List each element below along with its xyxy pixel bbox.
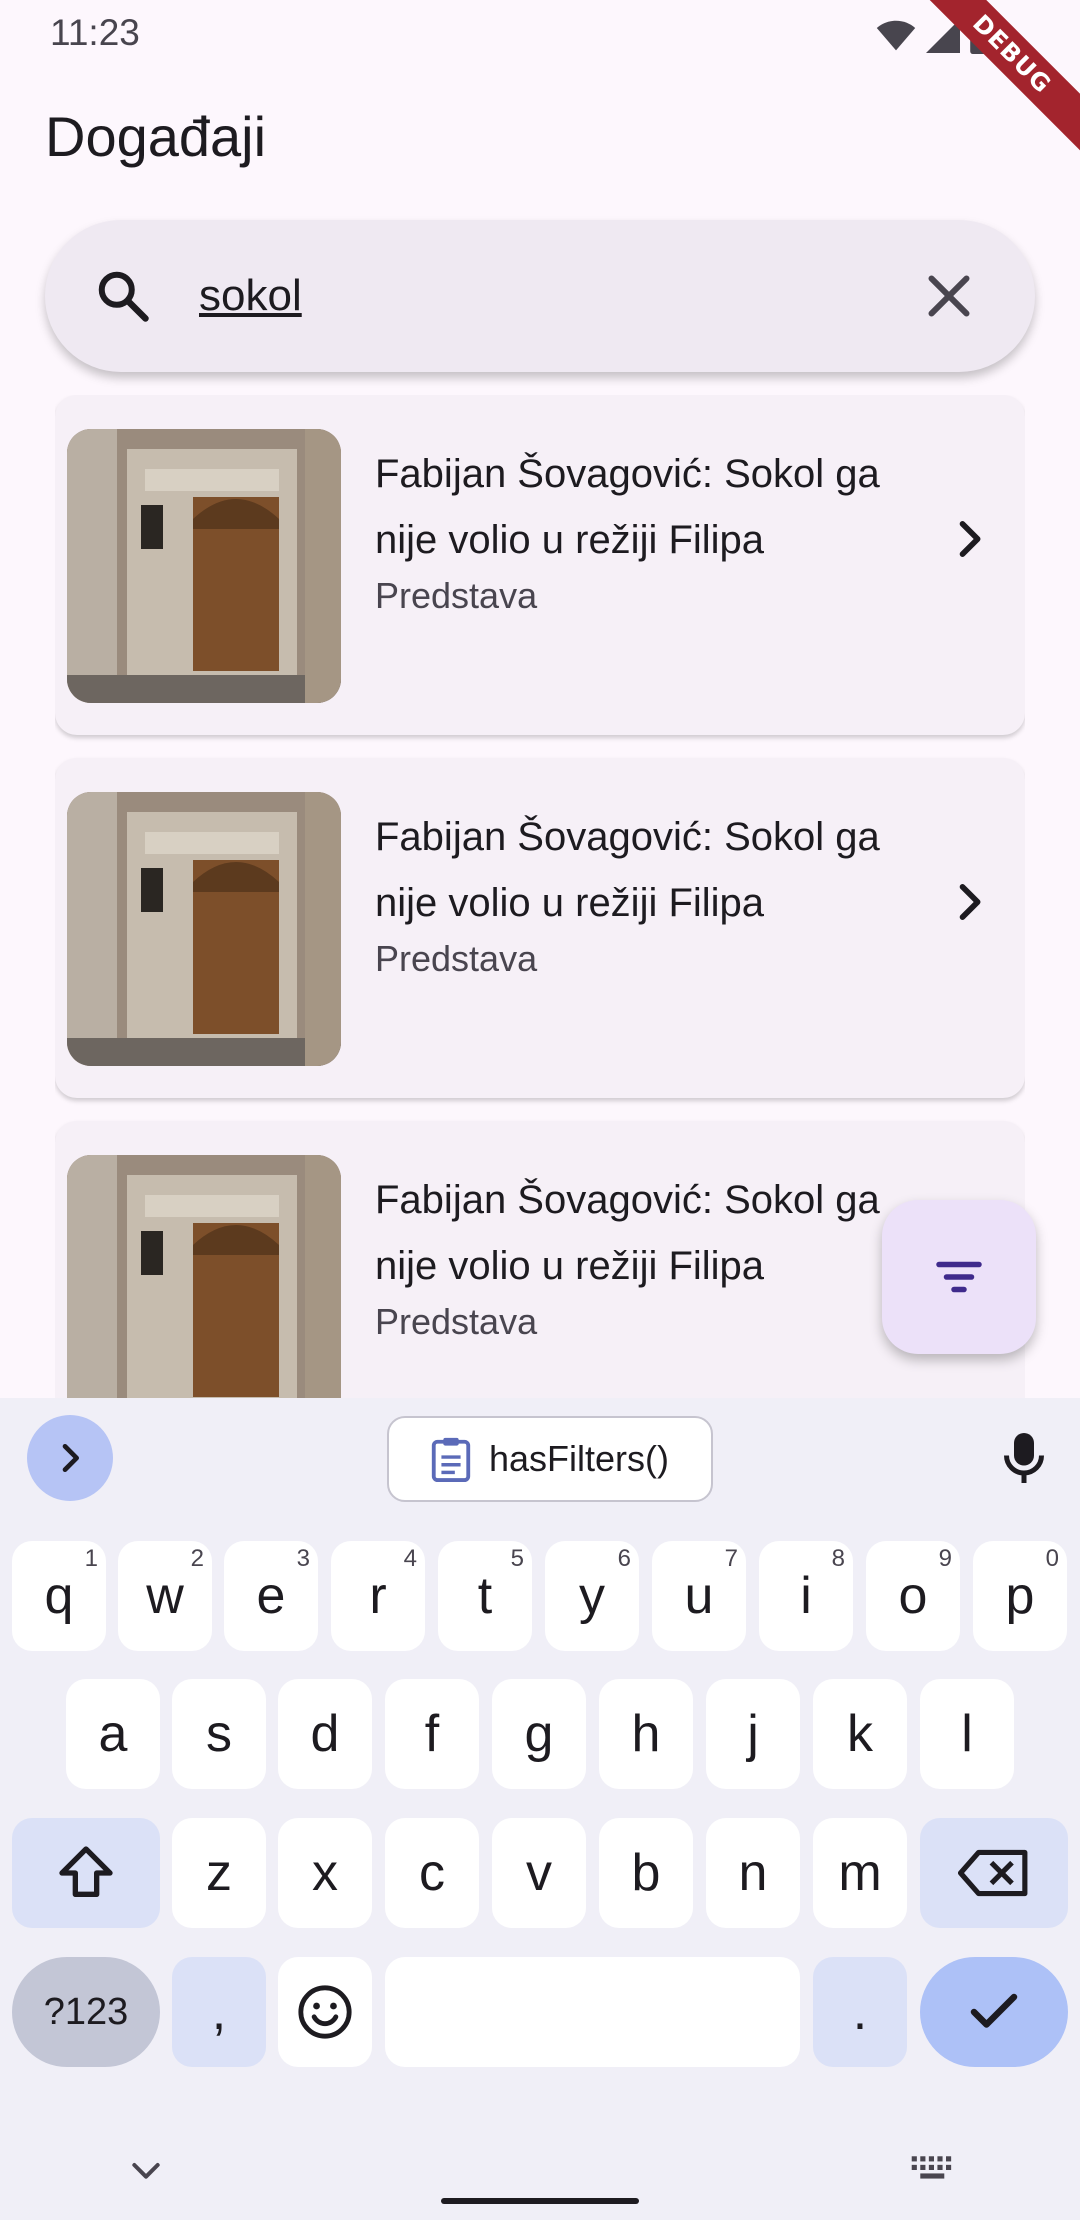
key-f[interactable]: f bbox=[385, 1679, 479, 1789]
key-o[interactable]: o9 bbox=[866, 1541, 960, 1651]
chevron-right-icon bbox=[62, 1444, 79, 1472]
backspace-icon bbox=[958, 1849, 1028, 1897]
event-list: Fabijan Šovagović: Sokol ga nije volio u… bbox=[55, 395, 1025, 1398]
key-c[interactable]: c bbox=[385, 1818, 479, 1928]
key-g[interactable]: g bbox=[492, 1679, 586, 1789]
symbols-key[interactable]: ?123 bbox=[12, 1957, 160, 2067]
key-w[interactable]: w2 bbox=[118, 1541, 212, 1651]
emoji-icon bbox=[298, 1985, 352, 2039]
search-bar bbox=[45, 220, 1035, 372]
key-m[interactable]: m bbox=[813, 1818, 907, 1928]
key-i[interactable]: i8 bbox=[759, 1541, 853, 1651]
key-v[interactable]: v bbox=[492, 1818, 586, 1928]
key-e[interactable]: e3 bbox=[224, 1541, 318, 1651]
key-p[interactable]: p0 bbox=[973, 1541, 1067, 1651]
key-y[interactable]: y6 bbox=[545, 1541, 639, 1651]
event-title: Fabijan Šovagović: Sokol ga nije volio u… bbox=[375, 1178, 880, 1288]
search-icon bbox=[98, 271, 149, 322]
key-k[interactable]: k bbox=[813, 1679, 907, 1789]
event-card[interactable]: Fabijan Šovagović: Sokol ga nije volio u… bbox=[55, 758, 1025, 1098]
key-l[interactable]: l bbox=[920, 1679, 1014, 1789]
event-category: Predstava bbox=[375, 1301, 538, 1342]
shift-icon bbox=[59, 1846, 113, 1897]
key-t[interactable]: t5 bbox=[438, 1541, 532, 1651]
wifi-icon bbox=[876, 20, 916, 51]
event-title: Fabijan Šovagović: Sokol ga nije volio u… bbox=[375, 815, 880, 925]
key-h[interactable]: h bbox=[599, 1679, 693, 1789]
chevron-right-icon bbox=[959, 884, 981, 920]
space-key[interactable] bbox=[385, 1957, 800, 2067]
comma-key[interactable]: , bbox=[172, 1957, 266, 2067]
key-a[interactable]: a bbox=[66, 1679, 160, 1789]
key-j[interactable]: j bbox=[706, 1679, 800, 1789]
home-indicator[interactable] bbox=[441, 2198, 639, 2204]
key-x[interactable]: x bbox=[278, 1818, 372, 1928]
clipboard-icon bbox=[431, 1437, 471, 1482]
period-key[interactable]: . bbox=[813, 1957, 907, 2067]
event-thumbnail bbox=[67, 429, 341, 703]
event-title: Fabijan Šovagović: Sokol ga nije volio u… bbox=[375, 452, 880, 562]
event-card[interactable]: Fabijan Šovagović: Sokol ga nije volio u… bbox=[55, 395, 1025, 735]
microphone-icon[interactable] bbox=[994, 1428, 1054, 1488]
event-category: Predstava bbox=[375, 938, 538, 979]
key-u[interactable]: u7 bbox=[652, 1541, 746, 1651]
keyboard-switch-icon[interactable] bbox=[910, 2150, 958, 2190]
done-key[interactable] bbox=[920, 1957, 1068, 2067]
keyboard-nav-row bbox=[0, 2120, 1080, 2220]
key-b[interactable]: b bbox=[599, 1818, 693, 1928]
clipboard-suggestion[interactable]: hasFilters() bbox=[387, 1416, 713, 1502]
key-q[interactable]: q1 bbox=[12, 1541, 106, 1651]
event-thumbnail bbox=[67, 792, 341, 1066]
status-bar: 11:23 DEBUG bbox=[0, 0, 1080, 161]
shift-key[interactable] bbox=[12, 1818, 160, 1928]
key-s[interactable]: s bbox=[172, 1679, 266, 1789]
filter-icon bbox=[936, 1261, 982, 1293]
event-thumbnail bbox=[67, 1155, 341, 1398]
chevron-down-icon[interactable] bbox=[126, 2150, 166, 2190]
keyboard-expand-button[interactable] bbox=[27, 1415, 113, 1501]
soft-keyboard: hasFilters() q1 w2 e3 r4 t5 y6 u7 i8 o9 … bbox=[0, 1398, 1080, 2220]
backspace-key[interactable] bbox=[920, 1818, 1068, 1928]
chevron-right-icon bbox=[959, 521, 981, 557]
checkmark-icon bbox=[970, 1993, 1018, 2028]
key-z[interactable]: z bbox=[172, 1818, 266, 1928]
event-category: Predstava bbox=[375, 575, 538, 616]
suggestion-text: hasFilters() bbox=[488, 1438, 670, 1479]
emoji-key[interactable] bbox=[278, 1957, 372, 2067]
event-card[interactable]: Fabijan Šovagović: Sokol ga nije volio u… bbox=[55, 1121, 1025, 1398]
search-input[interactable] bbox=[199, 264, 859, 328]
filter-button[interactable] bbox=[882, 1200, 1036, 1354]
status-time: 11:23 bbox=[50, 12, 140, 53]
close-icon[interactable] bbox=[919, 266, 979, 326]
key-n[interactable]: n bbox=[706, 1818, 800, 1928]
page-title: Događaji bbox=[45, 105, 267, 168]
key-r[interactable]: r4 bbox=[331, 1541, 425, 1651]
key-d[interactable]: d bbox=[278, 1679, 372, 1789]
keyboard-suggestion-row: hasFilters() bbox=[0, 1398, 1080, 1518]
